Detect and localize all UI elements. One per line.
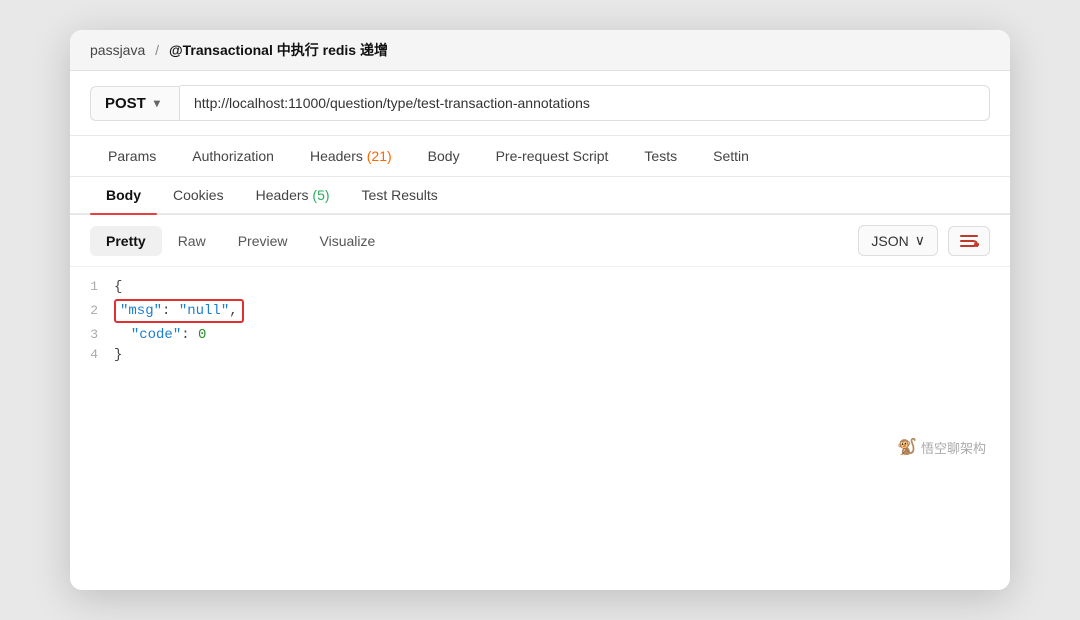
- code-value: 0: [198, 327, 206, 343]
- code-line-2: 2 "msg": "null",: [70, 297, 1010, 325]
- line-num-2: 2: [70, 303, 114, 318]
- msg-value: "null": [179, 303, 229, 319]
- code-line-2-content: "msg": "null",: [114, 299, 244, 323]
- watermark-text: 悟空聊架构: [921, 438, 986, 457]
- tab-settings[interactable]: Settin: [695, 136, 767, 176]
- line-num-3: 3: [70, 327, 114, 342]
- tab-body[interactable]: Body: [410, 136, 478, 176]
- msg-key: "msg": [120, 303, 162, 319]
- sub-tab-cookies[interactable]: Cookies: [157, 177, 240, 213]
- code-key: "code": [131, 327, 181, 343]
- sub-tab-body[interactable]: Body: [90, 177, 157, 213]
- code-line-1: 1 {: [70, 277, 1010, 297]
- code-area: 1 { 2 "msg": "null", 3 "code": 0: [70, 267, 1010, 427]
- url-input[interactable]: [180, 85, 990, 121]
- format-label: JSON: [871, 233, 908, 249]
- resp-tab-pretty[interactable]: Pretty: [90, 226, 162, 256]
- sub-tab-headers[interactable]: Headers (5): [240, 177, 346, 213]
- wrap-button[interactable]: [948, 226, 990, 256]
- code-brace-open: {: [114, 279, 122, 295]
- titlebar: passjava / @Transactional 中执行 redis 递增: [70, 30, 1010, 71]
- code-line-4: 4 }: [70, 345, 1010, 365]
- wrap-lines-icon: [959, 233, 979, 249]
- format-chevron-icon: ∨: [915, 232, 925, 249]
- breadcrumb-separator: /: [155, 42, 163, 58]
- url-bar: POST ▾: [70, 71, 1010, 136]
- breadcrumb-base: passjava: [90, 42, 145, 58]
- request-tabs: Params Authorization Headers (21) Body P…: [70, 136, 1010, 177]
- code-line-3: 3 "code": 0: [70, 325, 1010, 345]
- resp-tab-raw[interactable]: Raw: [162, 226, 222, 256]
- format-selector[interactable]: JSON ∨: [858, 225, 938, 256]
- response-toolbar: Pretty Raw Preview Visualize JSON ∨: [70, 215, 1010, 267]
- line-num-4: 4: [70, 347, 114, 362]
- method-label: POST: [105, 95, 146, 112]
- response-tabs: Body Cookies Headers (5) Test Results: [70, 177, 1010, 215]
- breadcrumb: passjava / @Transactional 中执行 redis 递增: [90, 40, 388, 60]
- line-num-1: 1: [70, 279, 114, 294]
- sub-headers-badge: (5): [312, 187, 329, 203]
- chevron-down-icon: ▾: [154, 96, 160, 110]
- method-selector[interactable]: POST ▾: [90, 86, 180, 121]
- watermark-icon: 🐒: [897, 437, 917, 457]
- code-brace-close: }: [114, 347, 122, 363]
- tab-pre-request[interactable]: Pre-request Script: [478, 136, 627, 176]
- breadcrumb-title: @Transactional 中执行 redis 递增: [169, 42, 388, 58]
- resp-tab-visualize[interactable]: Visualize: [304, 226, 392, 256]
- tab-headers[interactable]: Headers (21): [292, 136, 410, 176]
- code-line-3-content: "code": 0: [114, 327, 206, 343]
- resp-tab-preview[interactable]: Preview: [222, 226, 304, 256]
- headers-badge: (21): [367, 148, 392, 164]
- tab-tests[interactable]: Tests: [626, 136, 695, 176]
- sub-tab-test-results[interactable]: Test Results: [346, 177, 454, 213]
- watermark: 🐒 悟空聊架构: [70, 427, 1010, 471]
- tab-params[interactable]: Params: [90, 136, 174, 176]
- highlight-box: "msg": "null",: [114, 299, 244, 323]
- tab-authorization[interactable]: Authorization: [174, 136, 292, 176]
